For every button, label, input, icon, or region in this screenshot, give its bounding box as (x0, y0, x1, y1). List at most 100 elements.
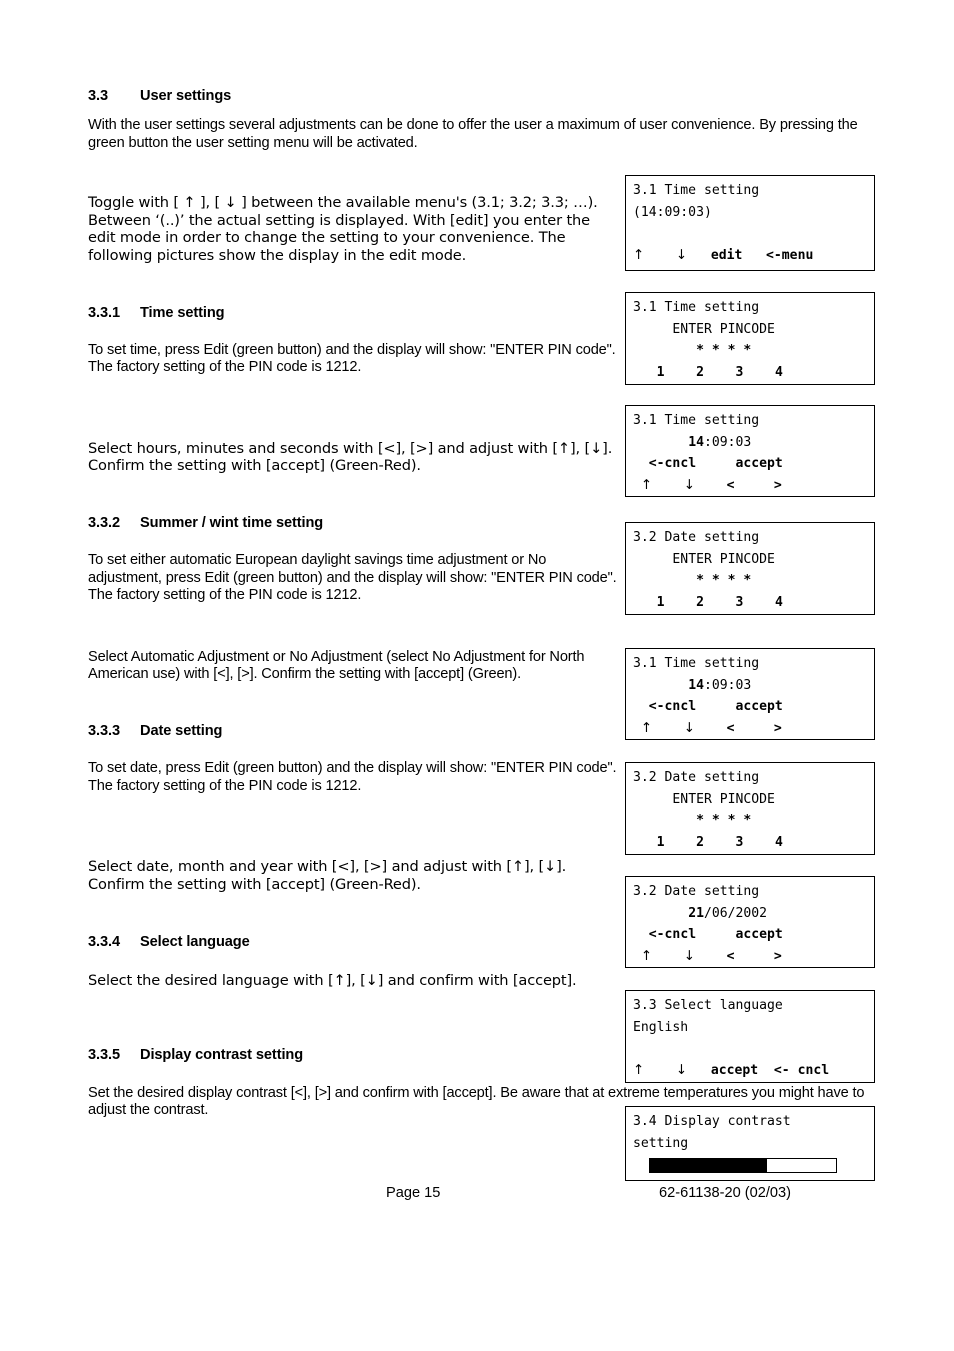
left-arrow-icon[interactable]: < (727, 721, 735, 736)
accept-button[interactable]: accept (736, 927, 783, 942)
lcd-line-title: 3.2 Date setting (633, 770, 760, 785)
lcd-softkey-row: ↑ ↓ < > (626, 475, 874, 497)
paragraph-date-setting-2: Select date, month and year with [<], [>… (88, 858, 567, 893)
down-arrow-icon[interactable]: ↓ (676, 1062, 687, 1078)
lcd-panel-select-language: 3.3 Select language English ↑ ↓ accept <… (625, 990, 875, 1083)
down-arrow-icon[interactable]: ↓ (684, 720, 695, 736)
down-arrow-icon[interactable]: ↓ (676, 247, 687, 263)
lcd-panel-date-edit: 3.2 Date setting 21/06/2002 <-cncl accep… (625, 876, 875, 968)
lcd-softkey-row: 1 2 3 4 (626, 832, 874, 854)
lcd-line-prompt: ENTER PINCODE (626, 319, 874, 341)
digit-key-2[interactable]: 2 (696, 365, 704, 380)
toggle-paragraph: Toggle with [ ↑ ], [ ↓ ] between the ava… (88, 194, 598, 264)
lcd-panel-time-edit-repeat: 3.1 Time setting 14:09:03 <-cncl accept … (625, 648, 875, 740)
edit-button[interactable]: edit (711, 248, 743, 263)
lcd-line-title: 3.3 Select language (633, 998, 783, 1013)
digit-key-2[interactable]: 2 (696, 595, 704, 610)
cancel-button[interactable]: <- cncl (774, 1063, 829, 1078)
lcd-line-title: 3.4 Display contrast (633, 1114, 791, 1129)
date-month-year-value: /06/2002 (703, 905, 768, 921)
pin-mask: * * * * (696, 343, 752, 358)
section-number: 3.3.1 (88, 304, 120, 321)
intro-paragraph: With the user settings several adjustmen… (88, 117, 858, 151)
digit-key-1[interactable]: 1 (657, 365, 665, 380)
lcd-line-title: 3.1 Time setting (633, 656, 760, 671)
digit-key-4[interactable]: 4 (775, 595, 783, 610)
digit-key-4[interactable]: 4 (775, 365, 783, 380)
section-number: 3.3.2 (88, 514, 120, 531)
contrast-bar-row (626, 1154, 874, 1177)
cancel-button[interactable]: <-cncl (649, 927, 696, 942)
section-title: Date setting (140, 722, 223, 739)
right-arrow-icon[interactable]: > (774, 721, 782, 736)
enter-pincode-label: ENTER PINCODE (672, 551, 775, 567)
up-arrow-icon[interactable]: ↑ (641, 720, 652, 736)
up-arrow-icon[interactable]: ↑ (633, 1062, 644, 1078)
cancel-button[interactable]: <-cncl (649, 456, 696, 471)
accept-button[interactable]: accept (711, 1063, 758, 1078)
lcd-action-row: <-cncl accept (626, 924, 874, 946)
accept-button[interactable]: accept (736, 699, 783, 714)
up-arrow-icon[interactable]: ↑ (633, 247, 644, 263)
lcd-line-prompt: ENTER PINCODE (626, 549, 874, 571)
footer-document-number: 62-61138-20 (02/03) (659, 1185, 791, 1201)
menu-back-button[interactable]: <-menu (766, 248, 813, 263)
lcd-line-time-value: 14:09:03 (626, 675, 874, 697)
paragraph-select-language: Select the desired language with [↑], [↓… (88, 972, 577, 990)
lcd-panel-date-pincode-b: 3.2 Date setting ENTER PINCODE * * * * 1… (625, 762, 875, 855)
right-arrow-icon[interactable]: > (774, 478, 782, 493)
lcd-panel-time-pincode: 3.1 Time setting ENTER PINCODE * * * * 1… (625, 292, 875, 385)
digit-key-1[interactable]: 1 (657, 835, 665, 850)
pin-mask: * * * * (696, 813, 752, 828)
digit-key-3[interactable]: 3 (736, 595, 744, 610)
up-arrow-icon[interactable]: ↑ (641, 948, 652, 964)
section-title: Display contrast setting (140, 1046, 304, 1063)
lcd-softkey-row: 1 2 3 4 (626, 362, 874, 384)
digit-key-3[interactable]: 3 (736, 365, 744, 380)
digit-key-3[interactable]: 3 (736, 835, 744, 850)
up-arrow-icon[interactable]: ↑ (641, 477, 652, 493)
lcd-line-date-value: 21/06/2002 (626, 903, 874, 925)
lcd-panel-time-setting-overview: 3.1 Time setting (14:09:03) ↑ ↓ edit <-m… (625, 175, 875, 271)
date-day-value[interactable]: 21 (688, 906, 704, 921)
lcd-panel-display-contrast: 3.4 Display contrast setting (625, 1106, 875, 1181)
digit-key-4[interactable]: 4 (775, 835, 783, 850)
right-arrow-icon[interactable]: > (774, 949, 782, 964)
digit-key-1[interactable]: 1 (657, 595, 665, 610)
paragraph-summer-winter-1: To set either automatic European dayligh… (88, 551, 617, 604)
lcd-action-row: <-cncl accept (626, 453, 874, 475)
accept-button[interactable]: accept (736, 456, 783, 471)
lcd-softkey-row: ↑ ↓ accept <- cncl (626, 1060, 874, 1082)
lcd-action-row: <-cncl accept (626, 696, 874, 718)
section-title: Time setting (140, 304, 225, 321)
lcd-line-prompt: ENTER PINCODE (626, 789, 874, 811)
lcd-line-title: 3.1 Time setting (633, 413, 760, 428)
time-hours-value[interactable]: 14 (688, 678, 704, 693)
paragraph-time-setting-1: To set time, press Edit (green button) a… (88, 341, 616, 376)
down-arrow-icon[interactable]: ↓ (684, 477, 695, 493)
lcd-line-blank (626, 223, 874, 245)
down-arrow-icon[interactable]: ↓ (684, 948, 695, 964)
lcd-line-title: 3.2 Date setting (633, 530, 760, 545)
digit-key-2[interactable]: 2 (696, 835, 704, 850)
manual-page: 3.3 User settings With the user settings… (0, 0, 954, 1351)
lcd-softkey-row: ↑ ↓ edit <-menu (626, 245, 874, 267)
time-hours-value[interactable]: 14 (688, 435, 704, 450)
lcd-line-blank (626, 1038, 874, 1060)
left-arrow-icon[interactable]: < (727, 949, 735, 964)
paragraph-date-setting-1: To set date, press Edit (green button) a… (88, 759, 617, 794)
contrast-slider[interactable] (649, 1158, 837, 1173)
time-minutes-seconds-value: :09:03 (703, 677, 752, 693)
lcd-line-title: 3.1 Time setting (633, 300, 760, 315)
lcd-line-masked-pin: * * * * (626, 570, 874, 592)
lcd-line-language-value[interactable]: English (626, 1017, 874, 1039)
lcd-softkey-row: ↑ ↓ < > (626, 946, 874, 968)
section-heading-3-3: 3.3 User settings (88, 88, 878, 104)
left-arrow-icon[interactable]: < (727, 478, 735, 493)
paragraph-summer-winter-2: Select Automatic Adjustment or No Adjust… (88, 648, 585, 683)
cancel-button[interactable]: <-cncl (649, 699, 696, 714)
lcd-line-masked-pin: * * * * (626, 810, 874, 832)
lcd-line-title: 3.2 Date setting (633, 884, 760, 899)
lcd-softkey-row: 1 2 3 4 (626, 592, 874, 614)
lcd-line-value: (14:09:03) (633, 204, 712, 220)
